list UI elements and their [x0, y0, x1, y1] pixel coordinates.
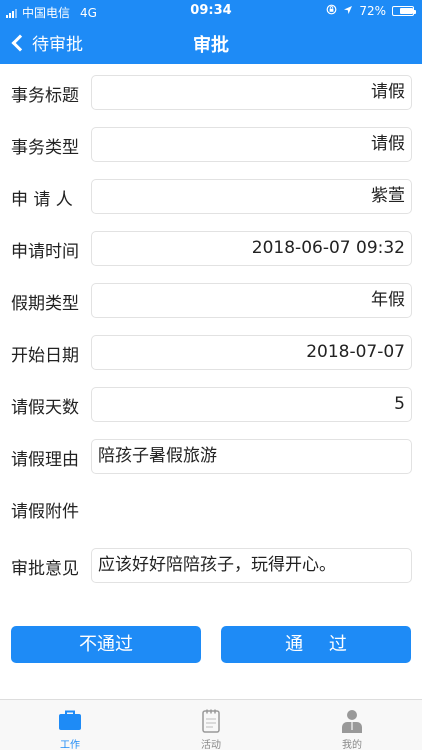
briefcase-icon [58, 709, 82, 735]
tab-activity[interactable]: 活动 [141, 700, 281, 750]
nav-bar: 待审批 审批 [0, 22, 422, 64]
row-title: 事务标题 请假 [0, 64, 422, 116]
row-leave-reason: 请假理由 陪孩子暑假旅游 [0, 428, 422, 480]
leave-reason-field[interactable]: 陪孩子暑假旅游 [91, 439, 412, 474]
field-label: 开始日期 [11, 346, 79, 366]
location-arrow-icon [343, 4, 353, 18]
field-label: 申请时间 [11, 242, 79, 262]
reject-button[interactable]: 不通过 [11, 626, 201, 663]
approve-button[interactable]: 通 过 [221, 626, 411, 663]
row-leave-type: 假期类型 年假 [0, 272, 422, 324]
row-approval-comment: 审批意见 应该好好陪陪孩子，玩得开心。 [0, 537, 422, 589]
field-label: 事务标题 [11, 86, 79, 106]
orientation-lock-icon [326, 4, 337, 18]
tab-mine[interactable]: 我的 [282, 700, 422, 750]
row-leave-days: 请假天数 5 [0, 376, 422, 428]
tab-label: 工作 [60, 740, 80, 750]
row-start-date: 开始日期 2018-07-07 [0, 324, 422, 376]
approval-screen: 中国电信 4G 09:34 72% 待审批 审批 事务标题 请假 事务类型 请假… [0, 0, 422, 750]
status-right: 72% [320, 4, 416, 18]
user-icon [341, 709, 363, 737]
notebook-icon [201, 709, 221, 737]
page-title: 审批 [193, 35, 229, 56]
applicant-field[interactable]: 紫萱 [91, 179, 412, 214]
approval-comment-field[interactable]: 应该好好陪陪孩子，玩得开心。 [91, 548, 412, 583]
tab-label: 我的 [342, 740, 362, 750]
top-bar: 中国电信 4G 09:34 72% 待审批 审批 [0, 0, 422, 64]
field-label: 请假附件 [11, 502, 79, 522]
status-bar: 中国电信 4G 09:34 72% [0, 0, 422, 22]
title-field[interactable]: 请假 [91, 75, 412, 110]
field-label: 请假理由 [11, 450, 79, 470]
battery-fill [400, 8, 413, 14]
battery-icon [392, 6, 416, 16]
field-label: 请假天数 [11, 398, 79, 418]
leave-days-field[interactable]: 5 [91, 387, 412, 422]
tab-bar: 工作 活动 我的 [0, 699, 422, 750]
row-apply-time: 申请时间 2018-06-07 09:32 [0, 220, 422, 272]
row-applicant: 申 请 人 紫萱 [0, 168, 422, 220]
leave-type-field[interactable]: 年假 [91, 283, 412, 318]
tab-work[interactable]: 工作 [0, 700, 140, 750]
row-type: 事务类型 请假 [0, 116, 422, 168]
field-label: 事务类型 [11, 138, 79, 158]
tab-label: 活动 [201, 740, 221, 750]
field-label: 审批意见 [11, 559, 79, 579]
field-label: 假期类型 [11, 294, 79, 314]
battery-percent: 72% [359, 4, 386, 18]
start-date-field[interactable]: 2018-07-07 [91, 335, 412, 370]
type-field[interactable]: 请假 [91, 127, 412, 162]
row-attachment: 请假附件 [0, 480, 422, 532]
field-label: 申 请 人 [11, 190, 73, 210]
apply-time-field[interactable]: 2018-06-07 09:32 [91, 231, 412, 266]
